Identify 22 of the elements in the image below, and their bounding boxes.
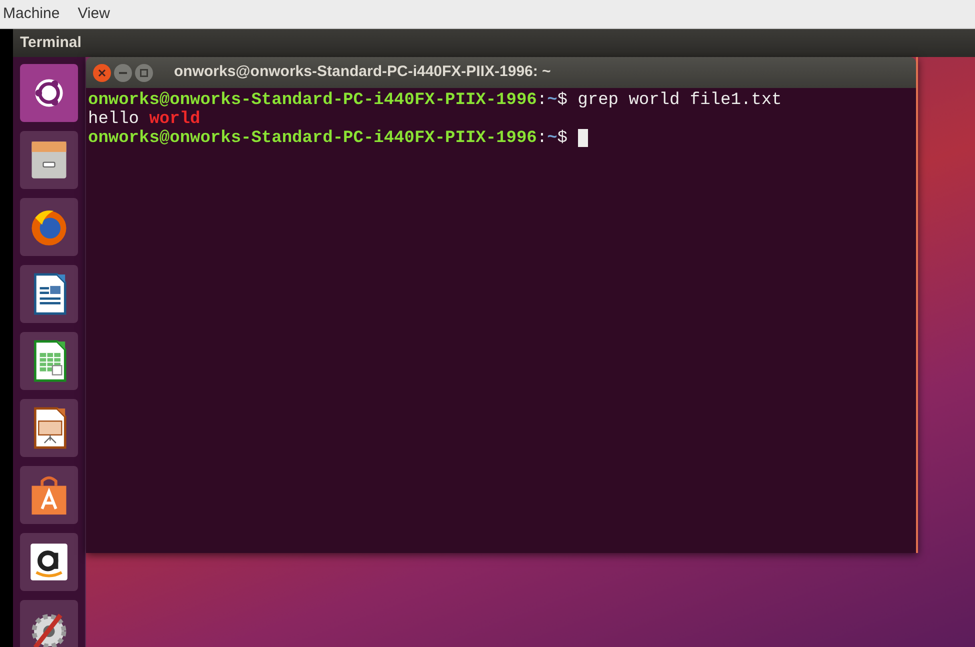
output-line: hello world [88,110,202,129]
launcher-button[interactable] [20,131,78,189]
launcher-button[interactable] [20,533,78,591]
launcher-button[interactable] [20,466,78,524]
minimize-icon [119,72,127,74]
prompt-text: onworks@onworks-Standard-PC-i440FX-PIIX-1996:~$ grep world file1.txt [88,91,782,110]
launcher-button[interactable] [20,600,78,647]
menu-item[interactable]: Machine [3,2,60,26]
close-icon [98,68,106,76]
maximize-icon [140,68,148,76]
launcher-button[interactable] [20,64,78,122]
launcher-button[interactable] [20,265,78,323]
launcher-button[interactable] [20,399,78,457]
launcher-button[interactable] [20,332,78,390]
prompt-text: onworks@onworks-Standard-PC-i440FX-PIIX-1996:~$ [88,129,568,148]
close-button[interactable] [93,64,111,82]
maximize-button[interactable] [135,64,153,82]
panel-title: Terminal [20,32,82,53]
minimize-button[interactable] [114,64,132,82]
window-title: onworks@onworks-Standard-PC-i440FX-PIIX-1996: ~ [174,62,551,82]
menu-item[interactable]: View [78,2,110,26]
launcher-button[interactable] [20,198,78,256]
